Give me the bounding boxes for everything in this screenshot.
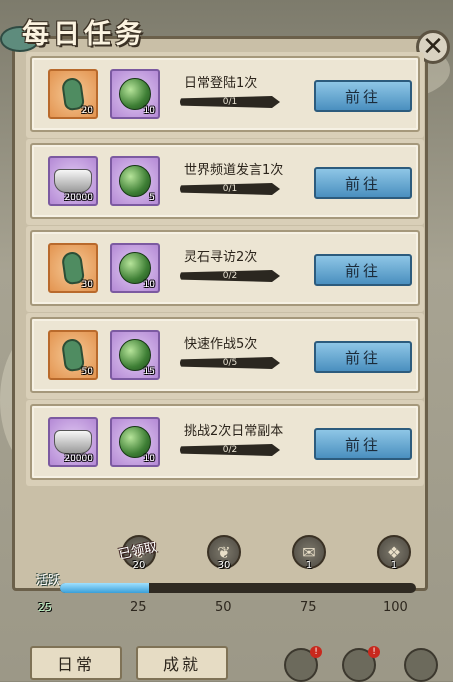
- reward-count: 10: [143, 454, 155, 464]
- task-name: 快速作战5次: [184, 337, 258, 352]
- activity-label: 活跃: [36, 573, 61, 587]
- activity-bar-fill: [60, 583, 149, 593]
- reward-slot[interactable]: 50: [48, 330, 98, 380]
- reward-slot[interactable]: 10: [110, 417, 160, 467]
- reward-slot[interactable]: 15: [110, 330, 160, 380]
- reward-slot[interactable]: 20000: [48, 417, 98, 467]
- task-progress-text: 0/2: [222, 271, 238, 281]
- reward-slot[interactable]: 30: [48, 243, 98, 293]
- task-card: 50 15 快速作战5次 0/5 前往: [30, 317, 420, 393]
- task-name: 挑战2次日常副本: [184, 424, 284, 439]
- reward-slot[interactable]: 20: [48, 69, 98, 119]
- tab-achievement[interactable]: 成就: [136, 646, 228, 680]
- task-progress-text: 0/5: [222, 358, 238, 368]
- activity-tick-label: 100: [383, 600, 408, 615]
- activity-milestone-chest[interactable]: ✉ 1: [292, 535, 326, 571]
- activity-milestone-chest[interactable]: ❦ 30: [207, 535, 241, 571]
- activity-tick-label: 75: [300, 600, 317, 615]
- milestone-count: 1: [305, 560, 313, 571]
- milestone-count: 30: [217, 560, 231, 571]
- silver-ingot-icon: [54, 430, 92, 454]
- reward-count: 20000: [64, 454, 93, 464]
- task-name: 灵石寻访2次: [184, 250, 258, 265]
- task-progress-text: 0/1: [222, 184, 238, 194]
- task-card: 30 10 灵石寻访2次 0/2 前往: [30, 230, 420, 306]
- page-title: 每日任务: [22, 19, 146, 50]
- goto-button[interactable]: 前往: [314, 80, 412, 112]
- notification-badge: !: [368, 646, 380, 658]
- activity-tick-label: 50: [215, 600, 232, 615]
- task-name: 日常登陆1次: [184, 76, 258, 91]
- activity-value: 25: [38, 601, 52, 614]
- task-progress-text: 0/2: [222, 445, 238, 455]
- jade-icon: ❦: [217, 542, 231, 562]
- menu-icon[interactable]: [404, 648, 438, 682]
- scroll-icon: ✉: [302, 542, 316, 562]
- reward-count: 20: [81, 106, 93, 116]
- reward-count: 30: [81, 280, 93, 290]
- reward-count: 15: [143, 367, 155, 377]
- spirit-orb-icon: [119, 165, 151, 197]
- task-list[interactable]: 20 10 日常登陆1次 0/1 前往 20000 5 世界频道发言1次 0/1 前往 30 10 灵石…: [20, 52, 428, 524]
- title-banner: 每日任务: [0, 0, 453, 52]
- tab-daily[interactable]: 日常: [30, 646, 122, 680]
- activity-milestone-chest[interactable]: ❖ 1: [377, 535, 411, 571]
- task-name: 世界频道发言1次: [184, 163, 284, 178]
- reward-count: 50: [81, 367, 93, 377]
- red-book-icon: ❖: [386, 542, 402, 562]
- reward-count: 10: [143, 106, 155, 116]
- milestone-count: 20: [132, 560, 146, 571]
- activity-tick-label: 25: [130, 600, 147, 615]
- reward-slot[interactable]: 20000: [48, 156, 98, 206]
- goto-button[interactable]: 前往: [314, 167, 412, 199]
- goto-button[interactable]: 前往: [314, 341, 412, 373]
- goto-button[interactable]: 前往: [314, 428, 412, 460]
- task-progress-text: 0/1: [222, 97, 238, 107]
- reward-count: 10: [143, 280, 155, 290]
- reward-slot[interactable]: 10: [110, 243, 160, 293]
- reward-count: 5: [149, 193, 155, 203]
- task-card: 20 10 日常登陆1次 0/1 前往: [30, 56, 420, 132]
- silver-ingot-icon: [54, 169, 92, 193]
- milestone-count: 1: [390, 560, 398, 571]
- task-card: 20000 5 世界频道发言1次 0/1 前往: [30, 143, 420, 219]
- notification-badge: !: [310, 646, 322, 658]
- reward-slot[interactable]: 5: [110, 156, 160, 206]
- reward-slot[interactable]: 10: [110, 69, 160, 119]
- reward-count: 20000: [64, 193, 93, 203]
- task-card: 20000 10 挑战2次日常副本 0/2 前往: [30, 404, 420, 480]
- goto-button[interactable]: 前往: [314, 254, 412, 286]
